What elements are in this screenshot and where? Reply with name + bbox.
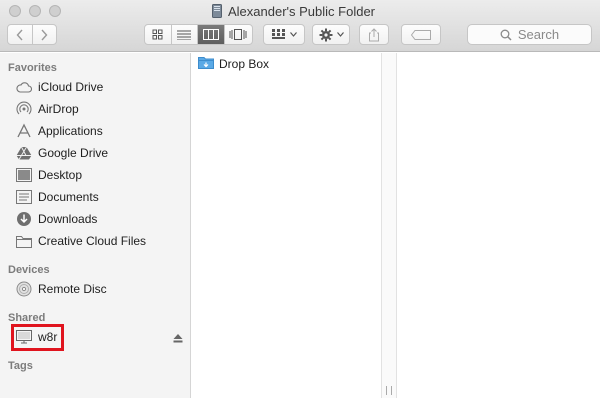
window-title: Alexander's Public Folder (212, 3, 375, 19)
shared-header: Shared (8, 312, 46, 324)
search-field[interactable]: Search (467, 24, 592, 45)
share-icon (369, 27, 379, 41)
google-drive-icon (16, 145, 32, 161)
close-window-button[interactable] (9, 5, 21, 17)
favorites-header: Favorites (8, 62, 57, 74)
icon-view-button[interactable] (145, 25, 172, 44)
server-icon (212, 4, 222, 18)
tag-icon (411, 29, 431, 40)
search-placeholder: Search (517, 27, 560, 42)
sidebar-item-remote-disc[interactable]: Remote Disc (16, 279, 107, 299)
sidebar-item-label: Documents (38, 190, 99, 204)
eject-icon[interactable] (173, 332, 183, 343)
list-view-button[interactable] (172, 25, 199, 44)
sidebar-item-label: AirDrop (38, 102, 79, 116)
column-resize-handle[interactable] (386, 386, 392, 395)
sidebar-item-downloads[interactable]: Downloads (16, 209, 97, 229)
cover-flow-icon (229, 29, 247, 40)
nav-buttons (7, 24, 57, 45)
sidebar-item-label: Creative Cloud Files (38, 234, 147, 248)
selection-highlight-box (11, 324, 64, 351)
column-divider (382, 53, 396, 398)
documents-icon (16, 189, 32, 205)
disc-icon (16, 281, 32, 297)
zoom-window-button[interactable] (49, 5, 61, 17)
chevron-down-icon (336, 32, 344, 37)
view-mode-segment (144, 24, 253, 45)
cover-flow-button[interactable] (225, 25, 252, 44)
sidebar-item-google-drive[interactable]: Google Drive (16, 143, 108, 163)
toolbar: Alexander's Public Folder Search (0, 0, 600, 52)
dropbox-folder-icon (198, 56, 214, 72)
forward-button[interactable] (33, 25, 57, 44)
applications-icon (16, 123, 32, 139)
devices-header: Devices (8, 264, 50, 276)
window-title-text: Alexander's Public Folder (228, 3, 375, 19)
action-button[interactable] (312, 24, 350, 45)
sidebar-item-creative-cloud-files[interactable]: Creative Cloud Files (16, 231, 146, 251)
column-view-button[interactable] (198, 25, 225, 44)
browser-column-1[interactable] (192, 53, 382, 398)
sidebar-item-icloud-drive[interactable]: iCloud Drive (16, 77, 103, 97)
grid-icon (152, 29, 163, 40)
sidebar-item-airdrop[interactable]: AirDrop (16, 99, 79, 119)
downloads-icon (16, 211, 32, 227)
list-icon (177, 30, 192, 40)
file-label: Drop Box (219, 57, 270, 71)
minimize-window-button[interactable] (29, 5, 41, 17)
finder-window: Alexander's Public Folder Search Favorit… (0, 0, 600, 398)
columns-icon (202, 29, 219, 40)
tags-header: Tags (8, 360, 33, 372)
browser-column-2[interactable] (396, 53, 600, 398)
chevron-down-icon (289, 32, 297, 37)
arrange-button[interactable] (263, 24, 305, 45)
chevron-right-icon (41, 29, 48, 40)
cloud-icon (16, 79, 32, 95)
sidebar-item-label: iCloud Drive (38, 80, 104, 94)
airdrop-icon (16, 101, 32, 117)
sidebar-item-label: Remote Disc (38, 282, 107, 296)
file-row-drop-box[interactable]: Drop Box (198, 56, 269, 72)
desktop-icon (16, 167, 32, 183)
back-button[interactable] (8, 25, 33, 44)
share-button[interactable] (359, 24, 389, 45)
sidebar-item-label: Desktop (38, 168, 83, 182)
sidebar-item-label: Downloads (38, 212, 98, 226)
folder-icon (16, 233, 32, 249)
chevron-left-icon (16, 29, 23, 40)
search-icon (500, 29, 512, 41)
tags-button[interactable] (401, 24, 441, 45)
sidebar-item-label: Google Drive (38, 146, 109, 160)
sidebar-item-applications[interactable]: Applications (16, 121, 103, 141)
sidebar-item-label: Applications (38, 124, 103, 138)
sidebar-item-desktop[interactable]: Desktop (16, 165, 82, 185)
sidebar-item-documents[interactable]: Documents (16, 187, 99, 207)
gear-icon (319, 28, 332, 41)
arrange-grid-icon (271, 29, 285, 39)
